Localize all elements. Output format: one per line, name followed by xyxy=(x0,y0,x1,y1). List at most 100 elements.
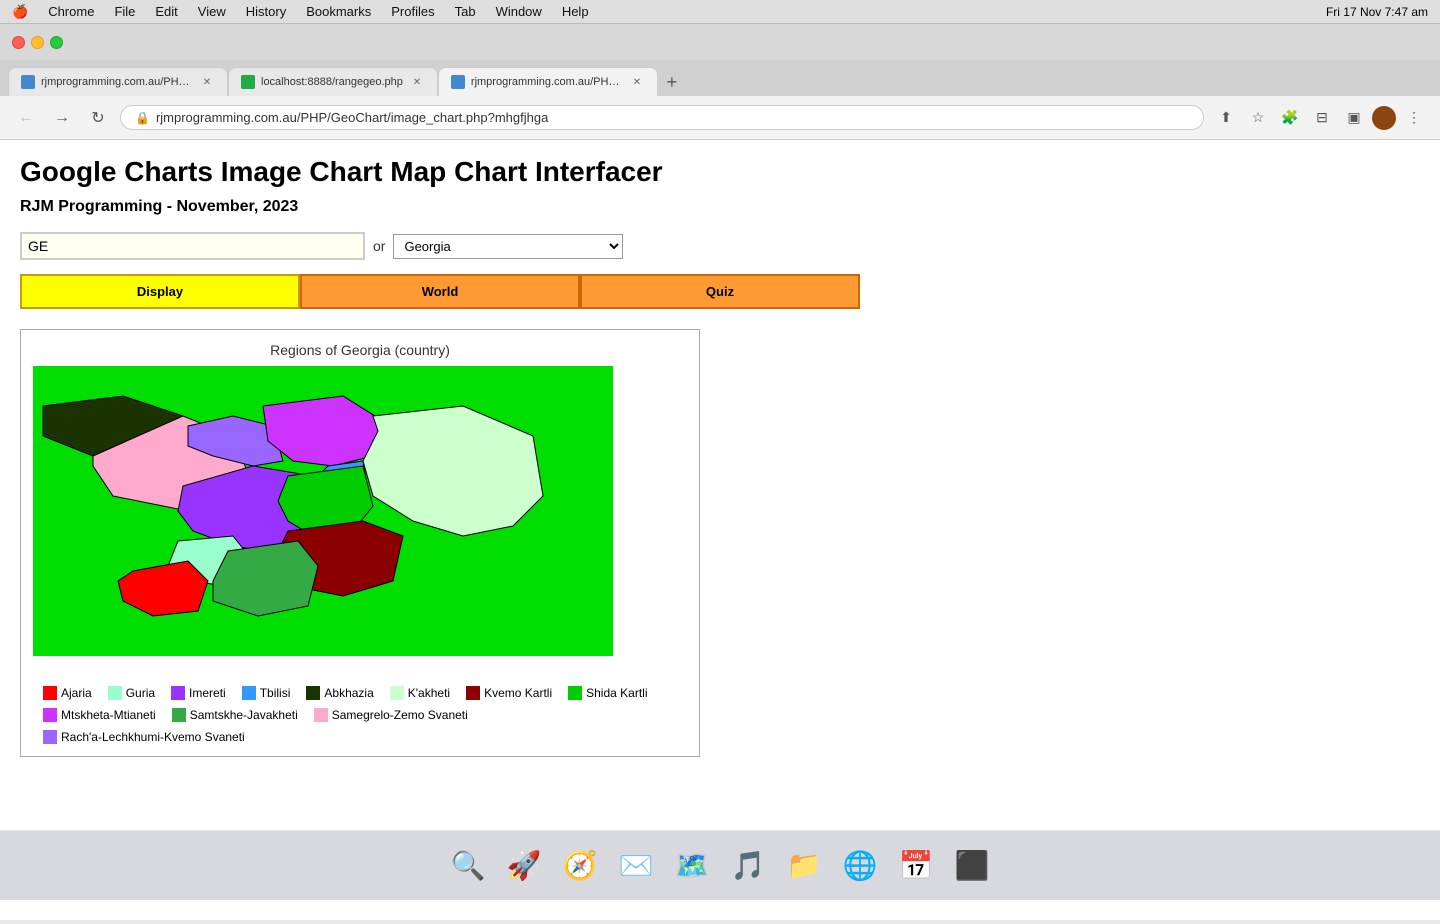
legend-color-tbilisi xyxy=(242,686,256,700)
sidebar-icon[interactable]: ⊟ xyxy=(1308,104,1336,132)
tab-close-3[interactable]: ✕ xyxy=(629,74,645,90)
extensions-icon[interactable]: 🧩 xyxy=(1276,104,1304,132)
legend-label-samegrelo: Samegrelo-Zemo Svaneti xyxy=(332,708,468,722)
title-bar-left xyxy=(12,36,63,49)
dock-terminal[interactable]: ⬛ xyxy=(947,841,997,891)
new-tab-button[interactable]: + xyxy=(658,68,686,96)
tab-title-3: rjmprogramming.com.au/PHP/... xyxy=(471,76,623,88)
map-title: Regions of Georgia (country) xyxy=(33,342,687,358)
menu-history[interactable]: History xyxy=(246,4,286,19)
forward-button[interactable]: → xyxy=(48,104,76,132)
legend-color-guria xyxy=(108,686,122,700)
toolbar-icons: ⬆ ☆ 🧩 ⊟ ▣ ⋮ xyxy=(1212,104,1428,132)
reload-button[interactable]: ↻ xyxy=(84,104,112,132)
legend-label-abkhazia: Abkhazia xyxy=(324,686,373,700)
split-icon[interactable]: ▣ xyxy=(1340,104,1368,132)
url-bar[interactable]: 🔒 rjmprogramming.com.au/PHP/GeoChart/ima… xyxy=(120,105,1204,130)
minimize-button[interactable] xyxy=(31,36,44,49)
legend-color-samegrelo xyxy=(314,708,328,722)
country-code-input[interactable] xyxy=(20,232,365,260)
legend-color-abkhazia xyxy=(306,686,320,700)
legend-imereti: Imereti xyxy=(171,686,226,700)
legend-label-mtskheta: Mtskheta-Mtianeti xyxy=(61,708,156,722)
tab-close-1[interactable]: ✕ xyxy=(199,74,215,90)
browser-window: rjmprogramming.com.au/PHP/... ✕ localhos… xyxy=(0,24,1440,924)
tab-favicon-1 xyxy=(21,75,35,89)
legend-samegrelo: Samegrelo-Zemo Svaneti xyxy=(314,708,468,722)
traffic-lights xyxy=(12,36,63,49)
tab-favicon-2 xyxy=(241,75,255,89)
legend-color-shida-kartli xyxy=(568,686,582,700)
quiz-button[interactable]: Quiz xyxy=(580,274,860,309)
legend-label-guria: Guria xyxy=(126,686,155,700)
legend-shida-kartli: Shida Kartli xyxy=(568,686,647,700)
dock-filezilla[interactable]: 📁 xyxy=(779,841,829,891)
or-label: or xyxy=(373,238,385,254)
menu-edit[interactable]: Edit xyxy=(155,4,177,19)
mac-menubar: 🍎 Chrome File Edit View History Bookmark… xyxy=(0,0,1440,24)
lock-icon: 🔒 xyxy=(135,111,150,125)
close-button[interactable] xyxy=(12,36,25,49)
menu-help[interactable]: Help xyxy=(562,4,589,19)
page-title: Google Charts Image Chart Map Chart Inte… xyxy=(20,156,1420,188)
legend-label-ajaria: Ajaria xyxy=(61,686,92,700)
dock-finder[interactable]: 🔍 xyxy=(443,841,493,891)
tab-3[interactable]: rjmprogramming.com.au/PHP/... ✕ xyxy=(438,67,658,96)
apple-menu[interactable]: 🍎 xyxy=(12,4,28,20)
display-button[interactable]: Display xyxy=(20,274,300,309)
legend-ajaria: Ajaria xyxy=(43,686,92,700)
legend-abkhazia: Abkhazia xyxy=(306,686,373,700)
menubar-right: Fri 17 Nov 7:47 am xyxy=(1326,5,1428,19)
legend-color-racha xyxy=(43,730,57,744)
page-content: Google Charts Image Chart Map Chart Inte… xyxy=(0,140,1440,920)
legend-color-kvemo-kartli xyxy=(466,686,480,700)
title-bar xyxy=(0,24,1440,60)
map-svg xyxy=(33,366,613,656)
menubar-time: Fri 17 Nov 7:47 am xyxy=(1326,5,1428,19)
legend-kvemo-kartli: Kvemo Kartli xyxy=(466,686,552,700)
profile-avatar[interactable] xyxy=(1372,106,1396,130)
address-bar: ← → ↻ 🔒 rjmprogramming.com.au/PHP/GeoCha… xyxy=(0,96,1440,140)
legend-color-ajaria xyxy=(43,686,57,700)
legend-samtskhe: Samtskhe-Javakheti xyxy=(172,708,298,722)
dock-music[interactable]: 🎵 xyxy=(723,841,773,891)
menu-view[interactable]: View xyxy=(198,4,226,19)
dock: 🔍 🚀 🧭 ✉️ 🗺️ 🎵 📁 🌐 📅 ⬛ xyxy=(0,830,1440,900)
map-legend: Ajaria Guria Imereti Tbilisi Abkhazia xyxy=(33,686,687,744)
url-text: rjmprogramming.com.au/PHP/GeoChart/image… xyxy=(156,110,1189,125)
button-row: Display World Quiz xyxy=(20,274,1420,309)
share-icon[interactable]: ⬆ xyxy=(1212,104,1240,132)
more-menu-icon[interactable]: ⋮ xyxy=(1400,104,1428,132)
dock-chrome[interactable]: 🌐 xyxy=(835,841,885,891)
menu-profiles[interactable]: Profiles xyxy=(391,4,434,19)
menu-chrome[interactable]: Chrome xyxy=(48,4,94,19)
maximize-button[interactable] xyxy=(50,36,63,49)
menu-tab[interactable]: Tab xyxy=(455,4,476,19)
tab-favicon-3 xyxy=(451,75,465,89)
tabs-bar: rjmprogramming.com.au/PHP/... ✕ localhos… xyxy=(0,60,1440,96)
dock-mail[interactable]: ✉️ xyxy=(611,841,661,891)
legend-racha: Rach'a-Lechkhumi-Kvemo Svaneti xyxy=(43,730,245,744)
legend-color-kakheti xyxy=(390,686,404,700)
legend-label-racha: Rach'a-Lechkhumi-Kvemo Svaneti xyxy=(61,730,245,744)
tab-1[interactable]: rjmprogramming.com.au/PHP/... ✕ xyxy=(8,67,228,96)
menu-window[interactable]: Window xyxy=(496,4,542,19)
legend-color-samtskhe xyxy=(172,708,186,722)
tab-2[interactable]: localhost:8888/rangegeo.php ✕ xyxy=(228,67,438,96)
legend-label-tbilisi: Tbilisi xyxy=(260,686,291,700)
menu-file[interactable]: File xyxy=(114,4,135,19)
dock-launchpad[interactable]: 🚀 xyxy=(499,841,549,891)
world-button[interactable]: World xyxy=(300,274,580,309)
back-button[interactable]: ← xyxy=(12,104,40,132)
dock-maps[interactable]: 🗺️ xyxy=(667,841,717,891)
dock-safari[interactable]: 🧭 xyxy=(555,841,605,891)
menu-bookmarks[interactable]: Bookmarks xyxy=(306,4,371,19)
legend-label-kakheti: K'akheti xyxy=(408,686,450,700)
dock-calendar[interactable]: 📅 xyxy=(891,841,941,891)
tab-close-2[interactable]: ✕ xyxy=(409,74,425,90)
tab-title-1: rjmprogramming.com.au/PHP/... xyxy=(41,76,193,88)
legend-color-mtskheta xyxy=(43,708,57,722)
bookmark-icon[interactable]: ☆ xyxy=(1244,104,1272,132)
legend-kakheti: K'akheti xyxy=(390,686,450,700)
country-select[interactable]: Georgia xyxy=(393,234,623,259)
